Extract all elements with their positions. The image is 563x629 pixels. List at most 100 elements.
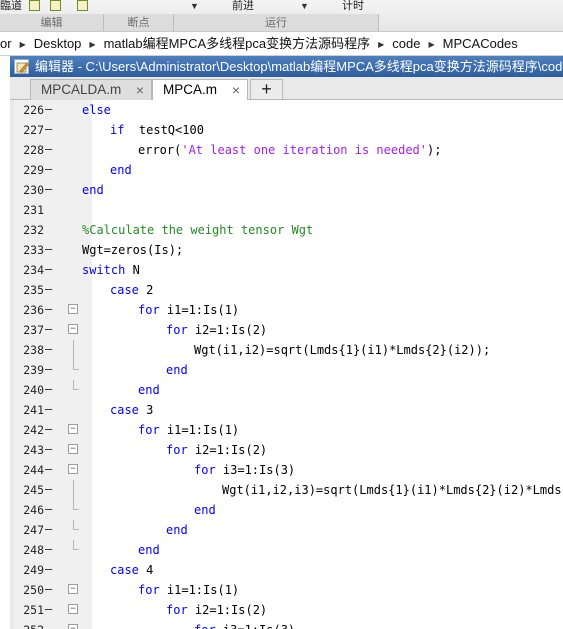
timer-button[interactable]: 计时: [342, 0, 364, 13]
code-line[interactable]: 249– case 4: [10, 560, 563, 580]
breakpoint-marker[interactable]: –: [45, 162, 53, 176]
code-text: error('At least one iteration is needed'…: [138, 143, 441, 157]
line-number: 252: [20, 623, 44, 629]
fold-toggle-icon[interactable]: −: [68, 604, 78, 614]
code-line[interactable]: 246– end: [10, 500, 563, 520]
breakpoint-marker[interactable]: –: [45, 422, 53, 436]
line-number: 248: [23, 543, 44, 557]
code-line[interactable]: 235– case 2: [10, 280, 563, 300]
close-icon[interactable]: ×: [136, 80, 144, 100]
breadcrumb-item[interactable]: or: [0, 32, 12, 55]
breakpoint-marker[interactable]: –: [45, 142, 53, 156]
breakpoint-marker[interactable]: –: [45, 442, 53, 456]
code-line[interactable]: 243– − for i2=1:Is(2): [10, 440, 563, 460]
code-line[interactable]: 248– end: [10, 540, 563, 560]
breadcrumb-item[interactable]: Desktop: [34, 32, 82, 55]
code-line[interactable]: 228– error('At least one iteration is nee…: [10, 140, 563, 160]
breakpoint-marker[interactable]: –: [45, 362, 53, 376]
line-number: 244: [23, 463, 44, 477]
code-text: for i1=1:Is(1): [138, 303, 239, 317]
code-line[interactable]: 250– − for i1=1:Is(1): [10, 580, 563, 600]
code-line[interactable]: 240– end: [10, 380, 563, 400]
code-line[interactable]: 241– case 3: [10, 400, 563, 420]
code-line[interactable]: 230– end: [10, 180, 563, 200]
fold-toggle-icon[interactable]: −: [68, 464, 78, 474]
close-icon[interactable]: ×: [232, 80, 240, 100]
editor-titlebar[interactable]: 编辑器 - C:\Users\Administrator\Desktop\mat…: [10, 56, 563, 77]
fold-toggle-icon[interactable]: −: [68, 424, 78, 434]
code-token: i2=1:Is(2): [187, 323, 268, 337]
code-token: i1=1:Is(1): [159, 423, 240, 437]
comment-icon[interactable]: [29, 0, 40, 11]
code-editor[interactable]: 226– else 227– if testQ<100 228– error('At le…: [10, 100, 563, 629]
fold-toggle-icon[interactable]: −: [68, 624, 78, 629]
fold-end-mark: [73, 549, 79, 550]
line-number: 228: [23, 143, 44, 157]
code-line[interactable]: 231: [10, 200, 563, 220]
code-line[interactable]: 252– − for i3=1:Is(3): [10, 620, 563, 629]
breakpoint-marker[interactable]: –: [45, 562, 53, 576]
chevron-down-icon[interactable]: ▼: [190, 1, 199, 11]
indent-icon[interactable]: [50, 0, 61, 11]
code-line[interactable]: 237– − for i2=1:Is(2): [10, 320, 563, 340]
code-line[interactable]: 245– Wgt(i1,i2,i3)=sqrt(Lmds{1}(i1)*Lmds{…: [10, 480, 563, 500]
breakpoint-marker[interactable]: –: [45, 302, 53, 316]
code-token: 4: [138, 563, 154, 577]
code-line[interactable]: 232 %Calculate the weight tensor Wgt: [10, 220, 563, 240]
tab-mpcalda[interactable]: MPCALDA.m ×: [30, 79, 152, 100]
code-text: for i2=1:Is(2): [166, 603, 267, 617]
smart-indent-icon[interactable]: [77, 0, 88, 11]
breakpoint-marker[interactable]: –: [45, 622, 53, 629]
breakpoint-marker[interactable]: –: [45, 402, 53, 416]
breakpoint-marker[interactable]: –: [45, 122, 53, 136]
keyword-token: for: [194, 463, 216, 477]
breadcrumb-item[interactable]: MPCACodes: [443, 32, 518, 55]
breakpoint-marker[interactable]: –: [45, 182, 53, 196]
breakpoint-marker[interactable]: –: [45, 462, 53, 476]
breadcrumb-item[interactable]: matlab编程MPCA多线程pca变换方法源码程序: [104, 32, 371, 55]
code-line[interactable]: 242– − for i1=1:Is(1): [10, 420, 563, 440]
breakpoint-marker[interactable]: –: [45, 502, 53, 516]
breakpoint-marker[interactable]: –: [45, 322, 53, 336]
breakpoint-marker[interactable]: –: [45, 102, 53, 116]
code-text: end: [166, 523, 188, 537]
chevron-right-icon: ▶: [378, 40, 385, 49]
code-text: end: [138, 383, 160, 397]
chevron-down-icon[interactable]: ▼: [300, 1, 309, 11]
fold-toggle-icon[interactable]: −: [68, 304, 78, 314]
go-forward-button[interactable]: 前进: [232, 0, 254, 13]
fold-toggle-icon[interactable]: −: [68, 324, 78, 334]
toolstrip-item-1[interactable]: 臨道: [0, 0, 22, 13]
breakpoint-marker[interactable]: –: [45, 542, 53, 556]
breakpoint-marker[interactable]: –: [45, 282, 53, 296]
code-line[interactable]: 236– − for i1=1:Is(1): [10, 300, 563, 320]
fold-guide: [73, 340, 74, 360]
code-line[interactable]: 239– end: [10, 360, 563, 380]
breakpoint-marker[interactable]: –: [45, 342, 53, 356]
breakpoint-marker[interactable]: –: [45, 482, 53, 496]
breakpoint-marker[interactable]: –: [45, 262, 53, 276]
code-line[interactable]: 247– end: [10, 520, 563, 540]
breadcrumb-item[interactable]: code: [392, 32, 420, 55]
breakpoint-marker[interactable]: –: [45, 602, 53, 616]
breakpoint-marker[interactable]: –: [45, 382, 53, 396]
code-line[interactable]: 251– − for i2=1:Is(2): [10, 600, 563, 620]
code-line[interactable]: 229– end: [10, 160, 563, 180]
code-text: for i2=1:Is(2): [166, 443, 267, 457]
breakpoint-marker[interactable]: –: [45, 582, 53, 596]
code-line[interactable]: 227– if testQ<100: [10, 120, 563, 140]
tab-mpca[interactable]: MPCA.m ×: [152, 79, 248, 101]
line-number: 235: [23, 283, 44, 297]
code-line[interactable]: 233– Wgt=zeros(Is);: [10, 240, 563, 260]
breakpoint-marker[interactable]: –: [45, 242, 53, 256]
breakpoint-marker[interactable]: –: [45, 522, 53, 536]
fold-toggle-icon[interactable]: −: [68, 444, 78, 454]
line-number: 242: [23, 423, 44, 437]
fold-toggle-icon[interactable]: −: [68, 584, 78, 594]
keyword-token: for: [166, 323, 188, 337]
code-line[interactable]: 234– switch N: [10, 260, 563, 280]
code-line[interactable]: 226– else: [10, 100, 563, 120]
new-tab-button[interactable]: +: [250, 79, 283, 99]
code-line[interactable]: 238– Wgt(i1,i2)=sqrt(Lmds{1}(i1)*Lmds{2}(…: [10, 340, 563, 360]
code-line[interactable]: 244– − for i3=1:Is(3): [10, 460, 563, 480]
